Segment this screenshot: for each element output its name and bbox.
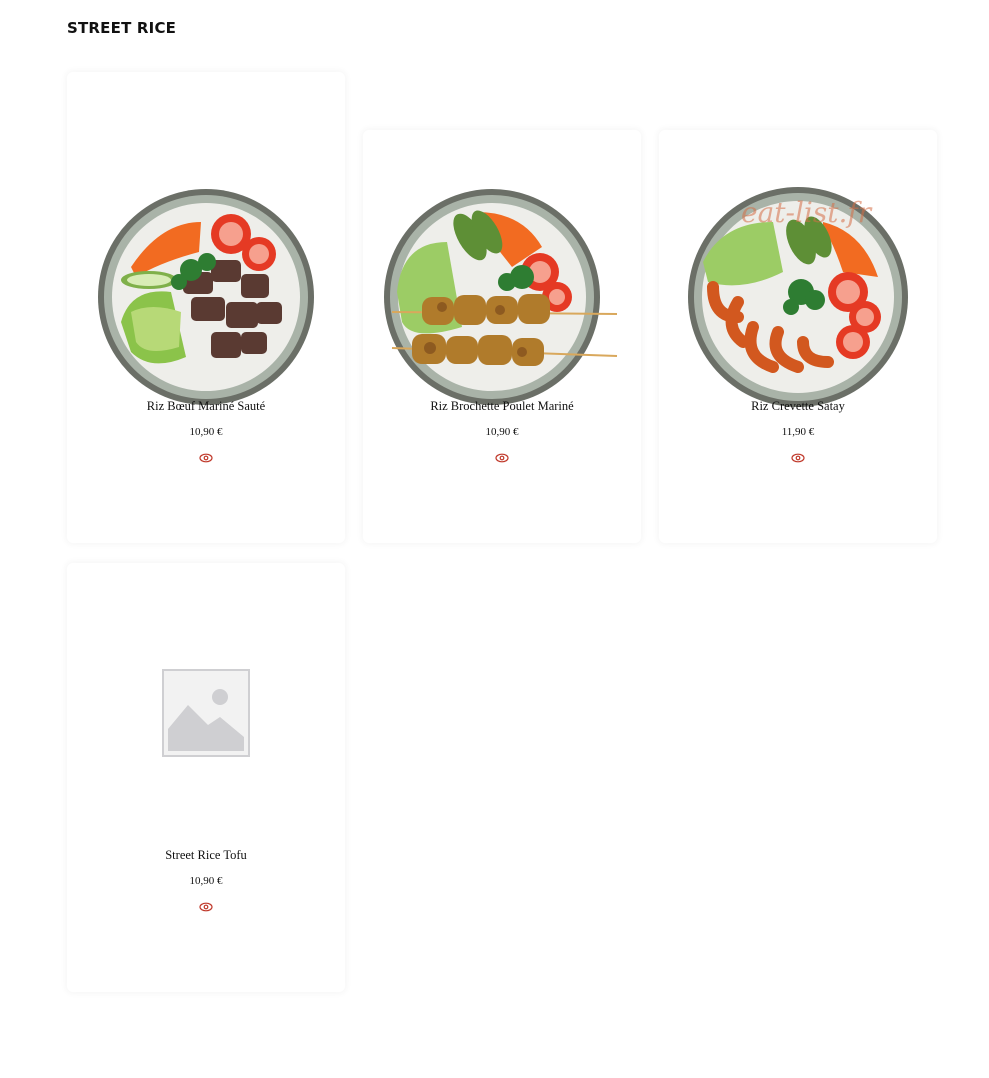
product-name[interactable]: Riz Bœuf Mariné Sauté [67, 399, 345, 414]
product-image[interactable] [67, 563, 345, 863]
chicken-skewer-bowl-photo [384, 189, 618, 405]
product-card-street-rice-tofu[interactable]: Street Rice Tofu 10,90 € [67, 563, 345, 992]
product-price: 10,90 € [189, 875, 223, 887]
product-price: 10,90 € [189, 426, 223, 438]
product-price: 10,90 € [485, 426, 519, 438]
product-name[interactable]: Riz Brochette Poulet Mariné [363, 399, 641, 414]
product-card-riz-boeuf[interactable]: Riz Bœuf Mariné Sauté 10,90 € [67, 72, 345, 543]
eye-icon[interactable] [199, 453, 213, 463]
product-name[interactable]: Street Rice Tofu [67, 848, 345, 863]
product-price: 11,90 € [781, 426, 815, 438]
watermark-text: eat-list.fr [741, 196, 873, 229]
eye-icon[interactable] [791, 453, 805, 463]
shrimp-bowl-photo: eat-list.fr [688, 187, 908, 407]
product-name[interactable]: Riz Crevette Satay [659, 399, 937, 414]
eye-icon[interactable] [495, 453, 509, 463]
beef-bowl-photo [98, 189, 314, 405]
product-card-riz-crevette[interactable]: eat-list.fr Riz Crevette Satay 11,90 € [659, 130, 937, 543]
product-card-riz-brochette[interactable]: Riz Brochette Poulet Mariné 10,90 € [363, 130, 641, 543]
eye-icon[interactable] [199, 902, 213, 912]
image-placeholder-icon [162, 669, 250, 757]
section-title: STREET RICE [67, 19, 177, 37]
